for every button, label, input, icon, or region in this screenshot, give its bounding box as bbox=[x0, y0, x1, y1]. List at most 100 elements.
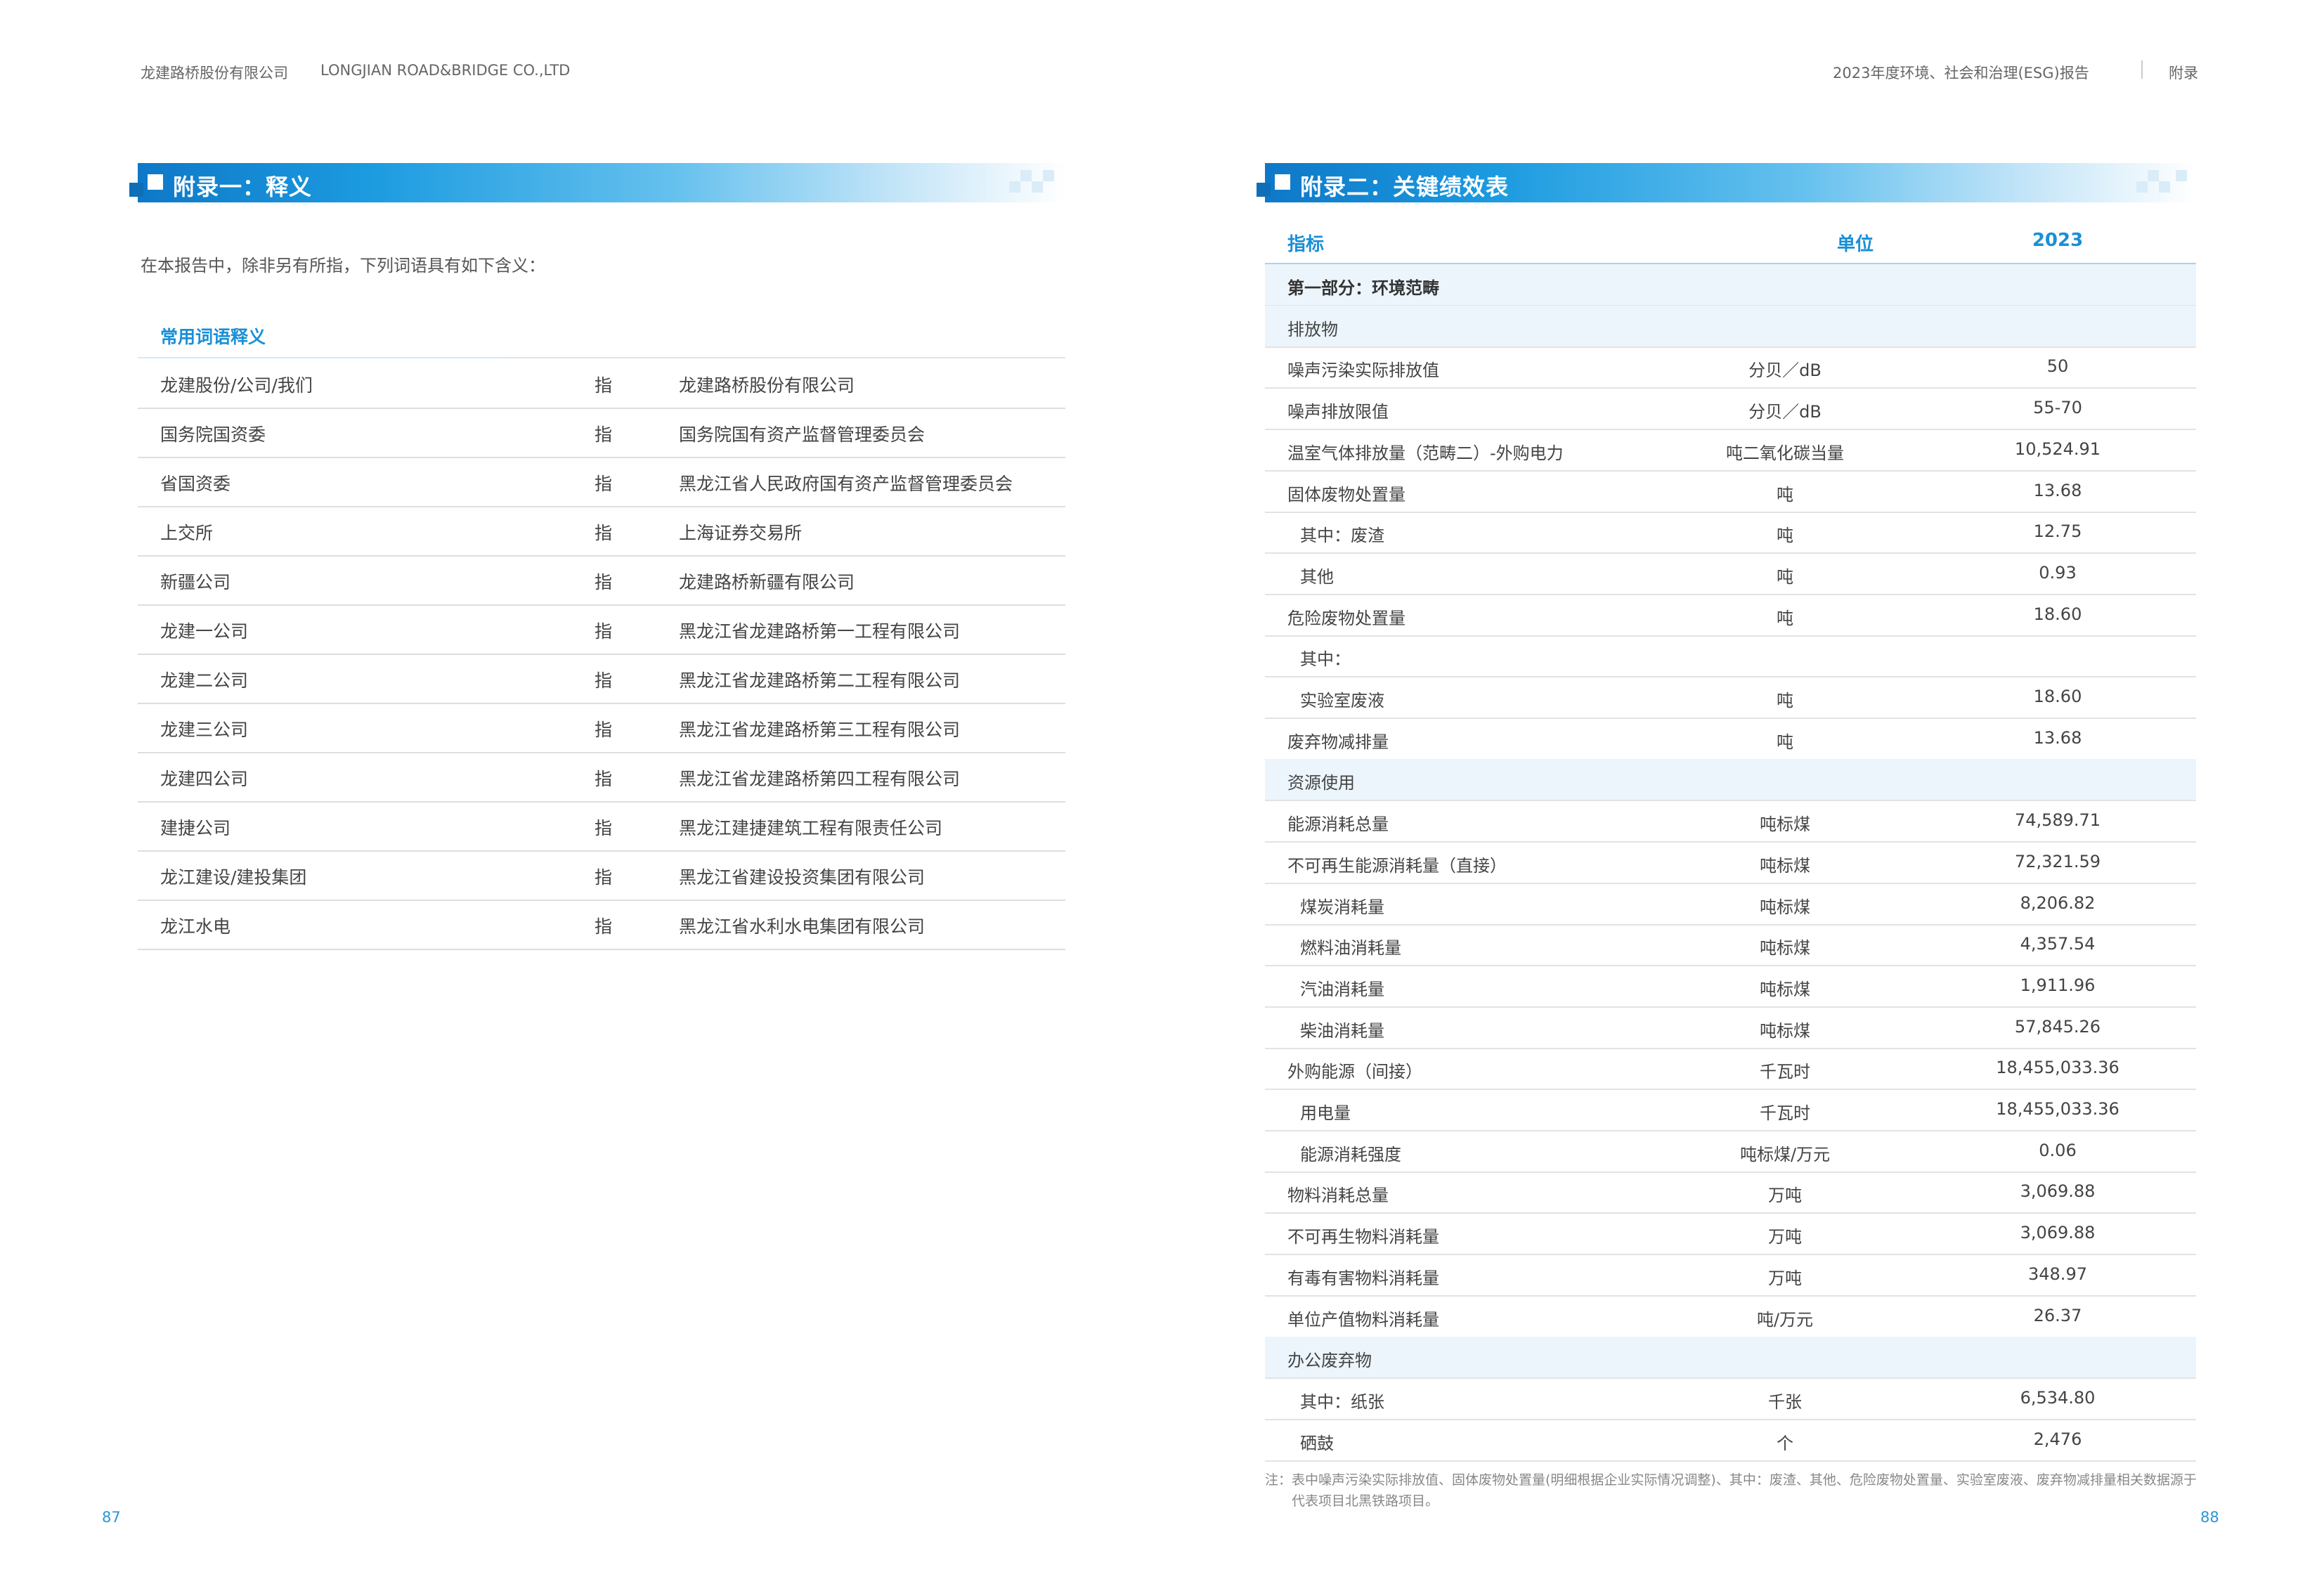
banner-pixel-decoration bbox=[1009, 181, 1020, 193]
kpi-row: 硒鼓 个 2,476 bbox=[1265, 1420, 2196, 1462]
glossary-refers: 指 bbox=[595, 670, 613, 691]
glossary-meaning: 黑龙江省人民政府国有资产监督管理委员会 bbox=[679, 474, 1013, 494]
kpi-indicator: 能源消耗总量 bbox=[1287, 815, 1389, 834]
kpi-unit: 吨 bbox=[1777, 485, 1793, 505]
kpi-row: 不可再生能源消耗量（直接） 吨标煤 72,321.59 bbox=[1265, 842, 2196, 884]
kpi-col-unit: 单位 bbox=[1836, 234, 1874, 255]
kpi-section-row: 排放物 bbox=[1265, 306, 2196, 348]
kpi-value: 3,069.88 bbox=[2020, 1223, 2096, 1242]
kpi-value: 55-70 bbox=[2033, 398, 2082, 417]
kpi-indicator: 噪声污染实际排放值 bbox=[1287, 361, 1439, 380]
glossary-meaning: 黑龙江省水利水电集团有限公司 bbox=[679, 916, 926, 937]
kpi-row: 噪声污染实际排放值 分贝／dB 50 bbox=[1265, 346, 2196, 389]
page-number-left: 87 bbox=[102, 1509, 121, 1526]
kpi-unit: 吨 bbox=[1777, 609, 1793, 628]
kpi-indicator: 固体废物处置量 bbox=[1287, 485, 1406, 505]
kpi-row: 单位产值物料消耗量 吨/万元 26.37 bbox=[1265, 1296, 2196, 1338]
banner-pixel-decoration bbox=[2148, 170, 2159, 181]
glossary-row: 龙建一公司 指 黑龙江省龙建路桥第一工程有限公司 bbox=[138, 604, 1065, 655]
kpi-value: 13.68 bbox=[2033, 481, 2082, 500]
kpi-value: 1,911.96 bbox=[2020, 975, 2096, 995]
header-section: 附录 bbox=[2169, 65, 2198, 82]
kpi-row: 能源消耗强度 吨标煤/万元 0.06 bbox=[1265, 1131, 2196, 1173]
kpi-value: 18,455,033.36 bbox=[1996, 1058, 2119, 1077]
glossary-row: 龙建二公司 指 黑龙江省龙建路桥第二工程有限公司 bbox=[138, 654, 1065, 704]
kpi-value: 13.68 bbox=[2033, 728, 2082, 748]
glossary-meaning: 黑龙江建捷建筑工程有限责任公司 bbox=[679, 818, 943, 838]
kpi-unit: 个 bbox=[1777, 1434, 1793, 1453]
kpi-indicator: 资源使用 bbox=[1287, 773, 1355, 793]
kpi-indicator: 汽油消耗量 bbox=[1300, 980, 1384, 999]
kpi-row: 能源消耗总量 吨标煤 74,589.71 bbox=[1265, 800, 2196, 843]
glossary-meaning: 黑龙江省建设投资集团有限公司 bbox=[679, 867, 926, 888]
glossary-refers: 指 bbox=[595, 424, 613, 445]
glossary-term: 龙江水电 bbox=[160, 916, 231, 937]
kpi-indicator: 实验室废液 bbox=[1300, 691, 1384, 710]
kpi-row: 不可再生物料消耗量 万吨 3,069.88 bbox=[1265, 1213, 2196, 1255]
glossary-meaning: 黑龙江省龙建路桥第四工程有限公司 bbox=[679, 769, 961, 789]
kpi-footnote-line: 注：表中噪声污染实际排放值、固体废物处置量(明细根据企业实际情况调整)、其中：废… bbox=[1265, 1472, 2197, 1488]
glossary-row: 龙建四公司 指 黑龙江省龙建路桥第四工程有限公司 bbox=[138, 752, 1065, 803]
kpi-row: 其中： bbox=[1265, 635, 2196, 677]
glossary-row: 龙江水电 指 黑龙江省水利水电集团有限公司 bbox=[138, 900, 1065, 950]
glossary-term: 龙建股份/公司/我们 bbox=[160, 375, 313, 396]
banner-square-icon bbox=[1257, 183, 1271, 197]
kpi-indicator: 其中： bbox=[1300, 649, 1351, 669]
kpi-row: 外购能源（间接） 千瓦时 18,455,033.36 bbox=[1265, 1048, 2196, 1090]
kpi-value: 8,206.82 bbox=[2020, 893, 2096, 913]
kpi-unit: 吨标煤 bbox=[1760, 1021, 1810, 1041]
glossary-row: 龙建股份/公司/我们 指 龙建路桥股份有限公司 bbox=[138, 358, 1065, 409]
kpi-indicator: 不可再生物料消耗量 bbox=[1287, 1227, 1439, 1247]
kpi-row: 柴油消耗量 吨标煤 57,845.26 bbox=[1265, 1007, 2196, 1049]
glossary-term: 龙建二公司 bbox=[160, 670, 249, 691]
kpi-indicator: 能源消耗强度 bbox=[1300, 1145, 1401, 1164]
banner-pixel-decoration bbox=[1020, 170, 1032, 181]
glossary-refers: 指 bbox=[595, 523, 613, 543]
kpi-unit: 吨标煤/万元 bbox=[1739, 1145, 1831, 1164]
glossary-refers: 指 bbox=[595, 818, 613, 838]
appendix2-title: 附录二：关键绩效表 bbox=[1300, 174, 1510, 200]
kpi-section-row: 第一部分：环境范畴 bbox=[1265, 264, 2196, 306]
header-company-name-en: LONGJIAN ROAD&BRIDGE CO.,LTD bbox=[320, 62, 571, 79]
banner-square-icon bbox=[1275, 174, 1290, 190]
kpi-indicator: 废弃物减排量 bbox=[1287, 732, 1389, 752]
kpi-indicator: 单位产值物料消耗量 bbox=[1287, 1310, 1439, 1330]
kpi-indicator: 办公废弃物 bbox=[1287, 1351, 1372, 1370]
banner-pixel-decoration bbox=[2136, 181, 2148, 193]
glossary-term: 建捷公司 bbox=[160, 818, 231, 838]
glossary-refers: 指 bbox=[595, 474, 613, 494]
kpi-value: 26.37 bbox=[2033, 1306, 2082, 1325]
kpi-indicator: 煤炭消耗量 bbox=[1300, 897, 1384, 917]
kpi-footnote: 注：表中噪声污染实际排放值、固体废物处置量(明细根据企业实际情况调整)、其中：废… bbox=[1265, 1469, 2200, 1512]
kpi-unit: 吨标煤 bbox=[1760, 938, 1810, 958]
glossary-refers: 指 bbox=[595, 916, 613, 937]
glossary-meaning: 国务院国有资产监督管理委员会 bbox=[679, 424, 926, 445]
glossary-refers: 指 bbox=[595, 769, 613, 789]
kpi-unit: 吨标煤 bbox=[1760, 897, 1810, 917]
kpi-indicator: 危险废物处置量 bbox=[1287, 609, 1406, 628]
kpi-unit: 分贝／dB bbox=[1748, 361, 1822, 380]
glossary-term: 龙江建设/建投集团 bbox=[160, 867, 307, 888]
kpi-unit: 千瓦时 bbox=[1760, 1062, 1810, 1082]
kpi-value: 18,455,033.36 bbox=[1996, 1099, 2119, 1119]
header-company-name: 龙建路桥股份有限公司 bbox=[141, 65, 288, 82]
glossary-meaning: 黑龙江省龙建路桥第二工程有限公司 bbox=[679, 670, 961, 691]
header-report-title: 2023年度环境、社会和治理(ESG)报告 bbox=[1833, 65, 2089, 82]
glossary-row: 龙江建设/建投集团 指 黑龙江省建设投资集团有限公司 bbox=[138, 850, 1065, 901]
kpi-value: 10,524.91 bbox=[2014, 439, 2101, 459]
kpi-indicator: 其他 bbox=[1300, 567, 1334, 587]
kpi-row: 温室气体排放量（范畴二）-外购电力 吨二氧化碳当量 10,524.91 bbox=[1265, 429, 2196, 472]
kpi-unit: 吨 bbox=[1777, 691, 1793, 710]
glossary-term: 龙建三公司 bbox=[160, 720, 249, 740]
kpi-unit: 分贝／dB bbox=[1748, 402, 1822, 422]
kpi-value: 50 bbox=[2046, 356, 2069, 376]
appendix2-banner: 附录二：关键绩效表 bbox=[1257, 163, 2196, 202]
glossary-term: 新疆公司 bbox=[160, 572, 231, 592]
kpi-unit: 千张 bbox=[1768, 1392, 1802, 1412]
glossary-term: 龙建四公司 bbox=[160, 769, 249, 789]
banner-square-icon bbox=[148, 174, 163, 190]
kpi-unit: 吨 bbox=[1777, 567, 1793, 587]
glossary-refers: 指 bbox=[595, 867, 613, 888]
kpi-row: 实验室废液 吨 18.60 bbox=[1265, 677, 2196, 719]
glossary-meaning: 龙建路桥股份有限公司 bbox=[679, 375, 855, 396]
